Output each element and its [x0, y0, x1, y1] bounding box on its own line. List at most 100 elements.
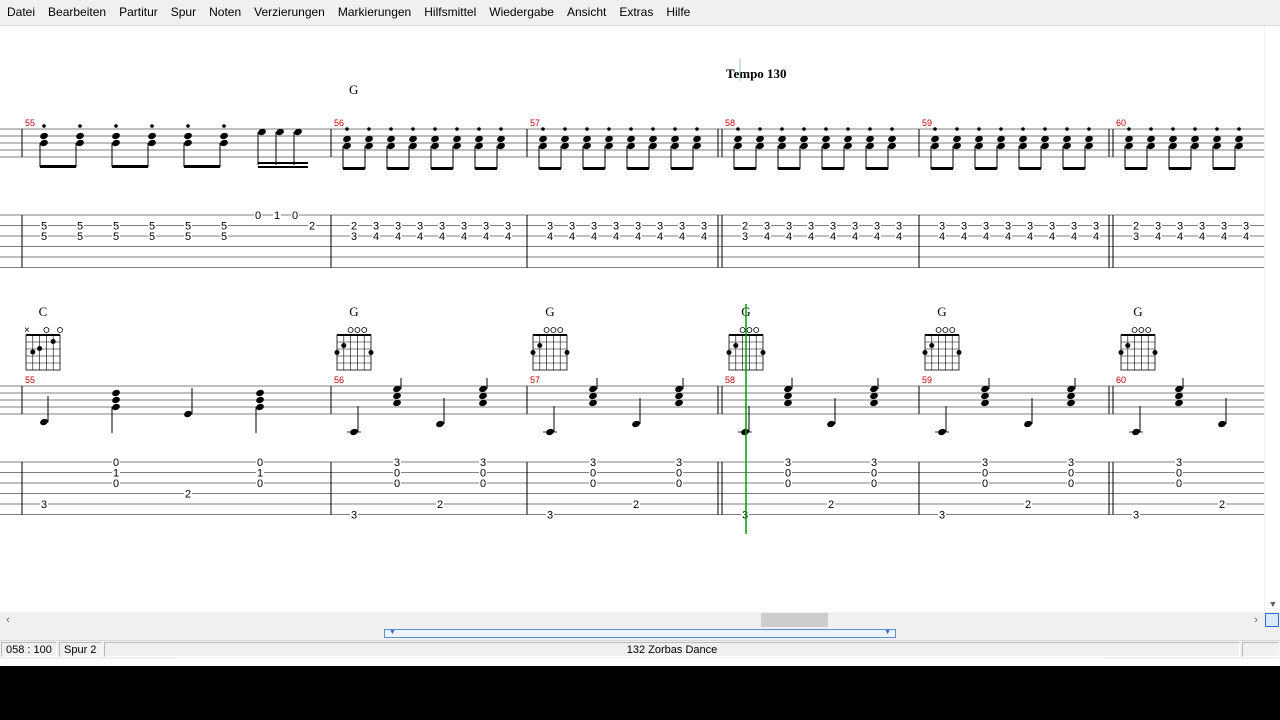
open-string-icon — [1131, 327, 1138, 333]
menu-spur[interactable]: Spur — [164, 0, 202, 25]
menu-bearbeiten[interactable]: Bearbeiten — [41, 0, 112, 25]
note-head — [40, 139, 48, 147]
tab-number: 4 — [939, 231, 945, 243]
staccato-dot — [499, 127, 503, 131]
staccato-dot — [222, 124, 226, 128]
menu-extras[interactable]: Extras — [612, 0, 659, 25]
tab-number: 4 — [1199, 231, 1205, 243]
menu-datei[interactable]: Datei — [0, 0, 41, 25]
tab-number: 5 — [41, 231, 47, 243]
open-string-icon — [57, 327, 63, 333]
horizontal-scroll-thumb[interactable] — [761, 613, 828, 627]
finger-dot — [733, 343, 739, 348]
staccato-dot — [651, 127, 655, 131]
staccato-dot — [563, 127, 567, 131]
staccato-dot — [933, 127, 937, 131]
staccato-dot — [78, 124, 82, 128]
muted-string-icon: × — [24, 325, 30, 336]
staccato-dot — [1043, 127, 1047, 131]
scroll-right-arrow-icon[interactable]: › — [1248, 612, 1264, 628]
staccato-dot — [367, 127, 371, 131]
open-string-icon — [753, 327, 760, 333]
staccato-dot — [150, 124, 154, 128]
note-head — [220, 132, 228, 140]
chord-name: G — [937, 304, 946, 319]
status-track: Spur 2 — [59, 642, 102, 657]
tab-number: 4 — [417, 231, 423, 243]
chord-name: G — [349, 304, 358, 319]
finger-dot — [537, 343, 543, 348]
tab-number: 4 — [808, 231, 814, 243]
splitter-arrow-left-icon[interactable]: ▼ — [389, 629, 396, 637]
note-head — [350, 428, 358, 436]
staccato-dot — [758, 127, 762, 131]
tab-number: 0 — [785, 478, 791, 490]
scroll-left-arrow-icon[interactable]: ‹ — [0, 612, 16, 628]
staccato-dot — [999, 127, 1003, 131]
scroll-down-arrow-icon[interactable]: ▼ — [1265, 596, 1280, 612]
note-head — [1218, 420, 1226, 428]
measure-number: 56 — [334, 118, 344, 128]
menu-wiedergabe[interactable]: Wiedergabe — [482, 0, 560, 25]
open-string-icon — [347, 327, 354, 333]
staccato-dot — [1065, 127, 1069, 131]
note-head — [184, 410, 192, 418]
finger-dot — [760, 350, 766, 355]
tempo-marking: Tempo 130 — [726, 66, 787, 81]
score-canvas[interactable]: Tempo 130 G 55 56 57 58 59 605555555555550 1 02… — [0, 26, 1264, 612]
menu-markierungen[interactable]: Markierungen — [331, 0, 417, 25]
splitter-arrow-right-icon[interactable]: ▼ — [884, 629, 891, 637]
chord-name: G — [545, 304, 554, 319]
tab-number: 2 — [437, 499, 443, 511]
staccato-dot — [955, 127, 959, 131]
open-string-icon — [361, 327, 368, 333]
finger-dot — [564, 350, 570, 355]
beam — [975, 167, 997, 170]
application-window: Datei Bearbeiten Partitur Spur Noten Ver… — [0, 0, 1280, 666]
menu-partitur[interactable]: Partitur — [112, 0, 164, 25]
note-head — [112, 132, 120, 140]
tab-number: 4 — [1071, 231, 1077, 243]
note-head — [1132, 428, 1140, 436]
tab-number: 4 — [591, 231, 597, 243]
score-view[interactable]: Tempo 130 G 55 56 57 58 59 60 5 5 5 5 5 5 5 5 5 5 5 5 0 1 0 2… — [0, 26, 1264, 612]
tab-number: 2 — [1025, 499, 1031, 511]
horizontal-scrollbar[interactable]: ‹ › — [0, 612, 1264, 628]
menu-hilfe[interactable]: Hilfe — [659, 0, 696, 25]
measure-number: 57 — [530, 118, 540, 128]
beam — [1169, 167, 1191, 170]
tab-number: 4 — [874, 231, 880, 243]
finger-dot — [334, 350, 340, 355]
tab-number: 4 — [1049, 231, 1055, 243]
beam — [1213, 167, 1235, 170]
menu-hilfsmittel[interactable]: Hilfsmittel — [417, 0, 482, 25]
tab-number: 4 — [764, 231, 770, 243]
tab-number: 3 — [1133, 231, 1139, 243]
tab-number: 0 — [394, 478, 400, 490]
splitter-handle[interactable]: ▼ ▼ — [384, 629, 896, 638]
beam — [343, 167, 365, 170]
tab-number: 3 — [351, 231, 357, 243]
taskbar-preview-strip — [176, 658, 1104, 665]
menu-noten[interactable]: Noten — [202, 0, 247, 25]
tab-number: 4 — [1243, 231, 1249, 243]
finger-dot — [929, 343, 935, 348]
menu-ansicht[interactable]: Ansicht — [560, 0, 612, 25]
staccato-dot — [114, 124, 118, 128]
note-head — [436, 420, 444, 428]
measure-number: 60 — [1116, 375, 1126, 385]
tab-number: 0 — [480, 478, 486, 490]
tab-number: 4 — [679, 231, 685, 243]
tab-number: 4 — [505, 231, 511, 243]
tab-number: 4 — [983, 231, 989, 243]
open-string-icon — [935, 327, 942, 333]
zoom-button[interactable] — [1264, 612, 1280, 628]
beam — [778, 167, 800, 170]
beam — [258, 166, 308, 168]
staccato-dot — [868, 127, 872, 131]
tab-number: 4 — [896, 231, 902, 243]
tab-number: 3 — [742, 231, 748, 243]
vertical-scrollbar[interactable]: ▼ — [1264, 26, 1280, 612]
tab-grace-number: 0 — [255, 210, 261, 222]
menu-verzierungen[interactable]: Verzierungen — [247, 0, 331, 25]
